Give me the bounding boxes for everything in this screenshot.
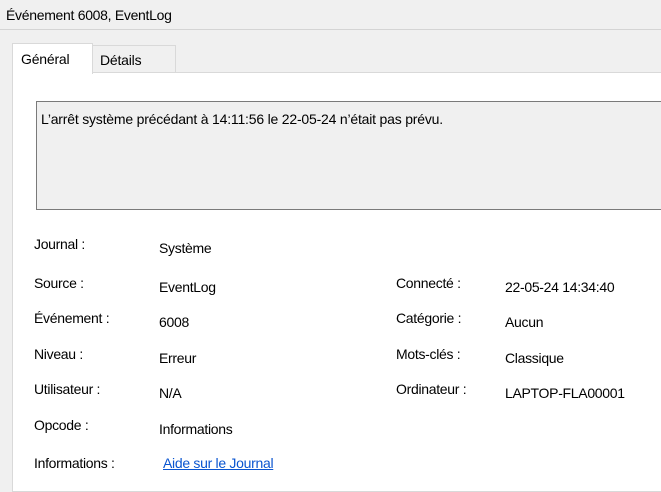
level-value: Erreur: [159, 350, 197, 366]
level-label: Niveau :: [34, 346, 83, 362]
journal-label: Journal :: [34, 236, 85, 252]
event-description[interactable]: L’arrêt système précédant à 14:11:56 le …: [36, 101, 661, 210]
window-title: Événement 6008, EventLog: [0, 0, 661, 30]
source-label: Source :: [34, 275, 84, 291]
tab-details[interactable]: Détails: [92, 45, 176, 73]
keywords-label: Mots-clés :: [396, 346, 461, 362]
more-info-label: Informations :: [34, 455, 115, 471]
event-log-help-link[interactable]: Aide sur le Journal: [163, 455, 274, 471]
logged-value: 22-05-24 14:34:40: [505, 279, 615, 295]
event-id-label: Événement :: [34, 310, 110, 326]
journal-value: Système: [159, 240, 212, 256]
category-value: Aucun: [505, 314, 544, 330]
tab-general[interactable]: Général: [12, 43, 93, 74]
computer-label: Ordinateur :: [396, 381, 467, 397]
general-panel: L’arrêt système précédant à 14:11:56 le …: [12, 72, 661, 492]
computer-value: LAPTOP-FLA00001: [505, 385, 625, 401]
category-label: Catégorie :: [396, 310, 462, 326]
opcode-label: Opcode :: [34, 417, 89, 433]
event-id-value: 6008: [159, 314, 189, 330]
user-label: Utilisateur :: [34, 381, 101, 397]
keywords-value: Classique: [505, 350, 564, 366]
source-value: EventLog: [159, 279, 216, 295]
opcode-value: Informations: [159, 421, 233, 437]
logged-label: Connecté :: [396, 275, 461, 291]
user-value: N/A: [159, 385, 182, 401]
